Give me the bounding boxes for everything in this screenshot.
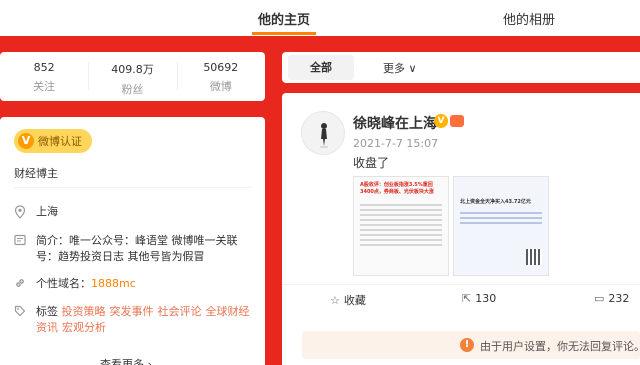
tags-key: 标签 [36, 305, 58, 318]
feed-filter-bar: 全部 更多 ∨ [282, 52, 640, 83]
post-card: 徐晓峰在上海 V 2021-7-7 15:07 收盘了 A股收评：创业板指涨3.… [282, 93, 640, 365]
post-content: 收盘了 [353, 156, 390, 170]
stat-following[interactable]: 852 关注 [0, 52, 88, 101]
domain-key: 个性域名： [36, 277, 91, 290]
comment-icon: ▭ [594, 292, 605, 305]
star-icon: ☆ [330, 294, 340, 307]
stat-followers[interactable]: 409.8万 粉丝 [88, 52, 176, 101]
tag-link[interactable]: 投资策略 [62, 305, 106, 318]
verified-v-icon: V [434, 114, 448, 128]
level-badge-icon [450, 115, 464, 127]
stat-posts[interactable]: 50692 微博 [176, 52, 265, 101]
top-nav: 他的主页 他的相册 [0, 0, 640, 36]
tags-row: 标签 投资策略 突发事件 社会评论 全球财经资讯 宏观分析 [14, 304, 254, 336]
divider [14, 187, 252, 188]
tab-home[interactable]: 他的主页 [258, 9, 310, 28]
comment-button[interactable]: ▭ 232 [594, 292, 629, 305]
share-icon: ⇱ [462, 292, 472, 305]
post-author[interactable]: 徐晓峰在上海 [353, 113, 437, 133]
image-headline: A股收评：创业板指涨3.5%重回3400点，券商板、光伏板块大涨 [360, 182, 434, 195]
reply-restriction-notice: ! 由于用户设置，你无法回复评论。 [302, 331, 640, 359]
tag-link[interactable]: 突发事件 [110, 305, 154, 318]
view-more-link[interactable]: 查看更多 › [100, 356, 152, 365]
post-actions: ☆ 收藏 ⇱ 130 ▭ 232 [282, 284, 640, 312]
stat-value: 409.8万 [111, 63, 154, 76]
share-button[interactable]: ⇱ 130 [462, 292, 496, 305]
verified-badge-label: 微博认证 [38, 135, 82, 148]
stat-label: 微博 [209, 80, 232, 93]
location-row: 上海 [14, 204, 254, 220]
share-count: 130 [475, 292, 497, 305]
favorite-label: 收藏 [343, 294, 366, 307]
image-headline: 北上资金全天净买入43.72亿元 [460, 199, 531, 205]
active-tab-indicator [252, 32, 316, 35]
profile-card-icon [14, 234, 26, 248]
bio-row: 简介：唯一公众号：峰语堂 微博唯一关联号：趋势投资日志 其他号皆为假冒 [14, 233, 254, 265]
link-icon [14, 277, 26, 291]
feed-tab-all[interactable]: 全部 [288, 55, 354, 80]
post-image[interactable]: 北上资金全天净买入43.72亿元 [453, 176, 549, 276]
location-pin-icon [14, 205, 26, 219]
notice-text: 由于用户设置，你无法回复评论。 [480, 340, 640, 353]
post-time[interactable]: 2021-7-7 15:07 [353, 137, 438, 150]
stats-card: 852 关注 409.8万 粉丝 50692 微博 [0, 52, 265, 101]
domain-value[interactable]: 1888mc [91, 277, 136, 290]
domain-row: 个性域名：1888mc [14, 276, 254, 292]
profile-card: V 微博认证 财经博主 上海 简介：唯一公众号：峰语堂 微博唯一关联号：趋势投资… [0, 117, 265, 365]
location-text: 上海 [36, 205, 58, 218]
tag-link[interactable]: 宏观分析 [62, 321, 106, 334]
tag-icon [14, 305, 26, 319]
tab-album[interactable]: 他的相册 [503, 9, 555, 28]
qr-code-icon [526, 249, 542, 265]
feed-tab-more[interactable]: 更多 ∨ [383, 60, 417, 76]
comment-count: 232 [608, 292, 630, 305]
verified-v-icon: V [18, 133, 34, 149]
avatar[interactable] [301, 111, 345, 155]
profile-category: 财经博主 [14, 167, 58, 180]
stat-value: 50692 [203, 61, 239, 74]
bio-key: 简介： [36, 234, 69, 247]
favorite-button[interactable]: ☆ 收藏 [330, 292, 366, 308]
verified-badge[interactable]: V 微博认证 [14, 129, 92, 153]
stat-value: 852 [33, 61, 55, 74]
tag-link[interactable]: 社会评论 [158, 305, 202, 318]
stat-label: 关注 [33, 80, 56, 93]
stat-label: 粉丝 [121, 83, 144, 96]
warning-icon: ! [460, 338, 474, 352]
post-image[interactable]: A股收评：创业板指涨3.5%重回3400点，券商板、光伏板块大涨 [353, 176, 449, 276]
